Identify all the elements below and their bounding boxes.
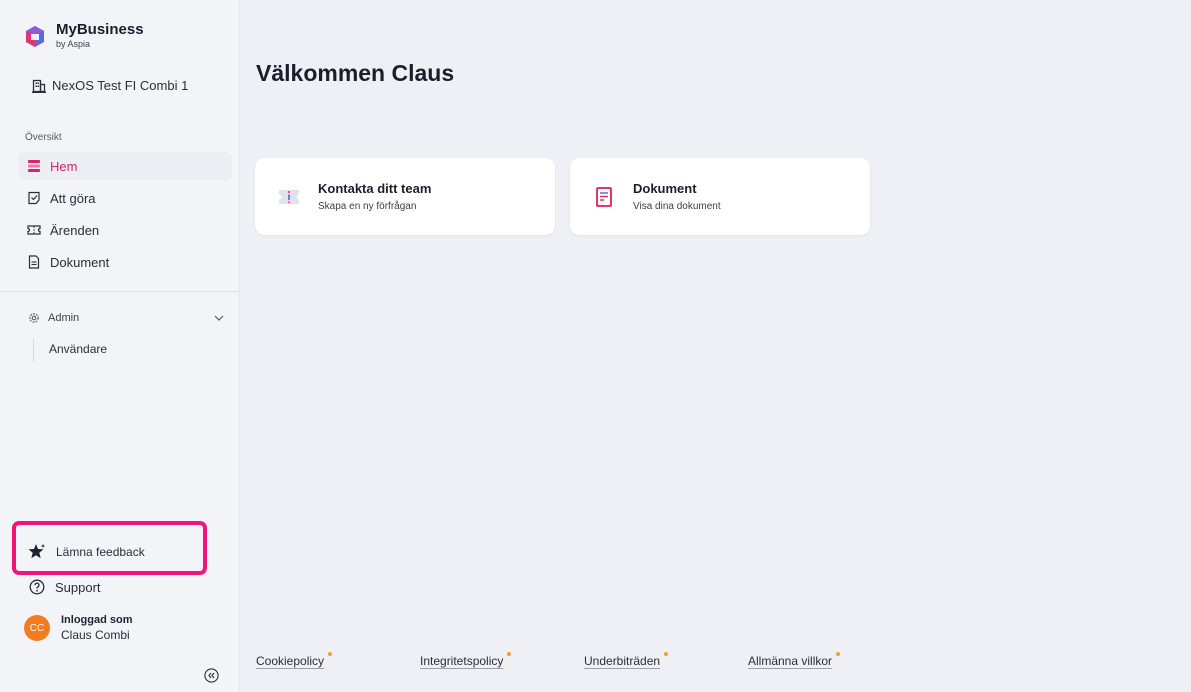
external-dot-icon <box>328 652 333 656</box>
external-dot-icon <box>507 652 512 656</box>
ticket-icon <box>279 189 299 204</box>
nav-section-label: Översikt <box>25 132 62 143</box>
card-subtitle: Skapa en ny förfrågan <box>318 201 417 212</box>
page-title: Välkommen Claus <box>256 60 455 86</box>
star-sparkle-icon <box>28 544 45 559</box>
sidebar-item-anvandare[interactable]: Användare <box>49 342 107 356</box>
main-nav: Hem Att göra Ärenden Dokument <box>18 152 232 280</box>
footer-link-cookiepolicy[interactable]: Cookiepolicy <box>256 652 333 668</box>
external-dot-icon <box>836 652 841 656</box>
user-profile[interactable]: CC Inloggad som Claus Combi <box>24 614 133 642</box>
admin-label: Admin <box>48 312 80 324</box>
document-icon <box>28 255 40 269</box>
card-subtitle: Visa dina dokument <box>633 201 721 212</box>
feedback-button[interactable]: Lämna feedback <box>28 543 145 560</box>
document-icon <box>596 186 612 207</box>
sidebar-item-label: Hem <box>50 158 78 174</box>
support-button[interactable]: Support <box>29 579 101 595</box>
mybusiness-logo-icon <box>26 26 44 47</box>
sidebar-item-dokument[interactable]: Dokument <box>18 248 232 276</box>
organization-switcher[interactable]: NexOS Test FI Combi 1 <box>32 78 188 93</box>
sidebar-item-label: Dokument <box>50 254 110 270</box>
sidebar-item-hem[interactable]: Hem <box>18 152 232 180</box>
brand-subtitle: by Aspia <box>56 39 91 49</box>
sidebar-item-arenden[interactable]: Ärenden <box>18 216 232 244</box>
sidebar-item-att-gora[interactable]: Att göra <box>18 184 232 212</box>
footer-link-label: Allmänna villkor <box>748 654 833 668</box>
footer-link-allmanna-villkor[interactable]: Allmänna villkor <box>748 652 841 668</box>
sidebar: MyBusiness by Aspia NexOS Test FI Combi … <box>0 0 240 692</box>
admin-section-toggle[interactable]: Admin <box>28 312 224 324</box>
building-icon <box>32 79 46 93</box>
home-icon <box>28 160 40 172</box>
help-circle-icon <box>29 579 45 595</box>
sidebar-item-label: Ärenden <box>50 222 100 238</box>
user-name: Claus Combi <box>61 628 130 642</box>
organization-name: NexOS Test FI Combi 1 <box>52 78 189 93</box>
feedback-label: Lämna feedback <box>56 544 145 559</box>
collapse-sidebar-icon[interactable] <box>204 668 219 683</box>
brand[interactable]: MyBusiness by Aspia <box>24 22 144 49</box>
gear-icon <box>29 313 39 323</box>
todo-icon <box>28 191 40 205</box>
logged-in-label: Inloggad som <box>61 614 133 626</box>
sidebar-divider <box>0 291 240 292</box>
ticket-icon <box>27 225 41 235</box>
sidebar-item-label: Att göra <box>50 190 96 206</box>
avatar: CC <box>24 615 50 641</box>
contact-team-card[interactable]: Kontakta ditt team Skapa en ny förfrågan <box>255 158 555 235</box>
footer-link-underbitraden[interactable]: Underbiträden <box>584 652 669 668</box>
footer-link-label: Underbiträden <box>584 654 661 668</box>
footer-link-label: Cookiepolicy <box>256 654 325 668</box>
admin-subtree-line <box>33 338 34 362</box>
card-title: Kontakta ditt team <box>318 181 432 196</box>
documents-card[interactable]: Dokument Visa dina dokument <box>570 158 870 235</box>
support-label: Support <box>55 579 101 595</box>
chevron-down-icon <box>214 315 224 321</box>
footer-link-integritetspolicy[interactable]: Integritetspolicy <box>420 652 512 668</box>
card-title: Dokument <box>633 181 697 196</box>
brand-name: MyBusiness <box>56 21 144 38</box>
external-dot-icon <box>664 652 669 656</box>
footer-link-label: Integritetspolicy <box>420 654 504 668</box>
